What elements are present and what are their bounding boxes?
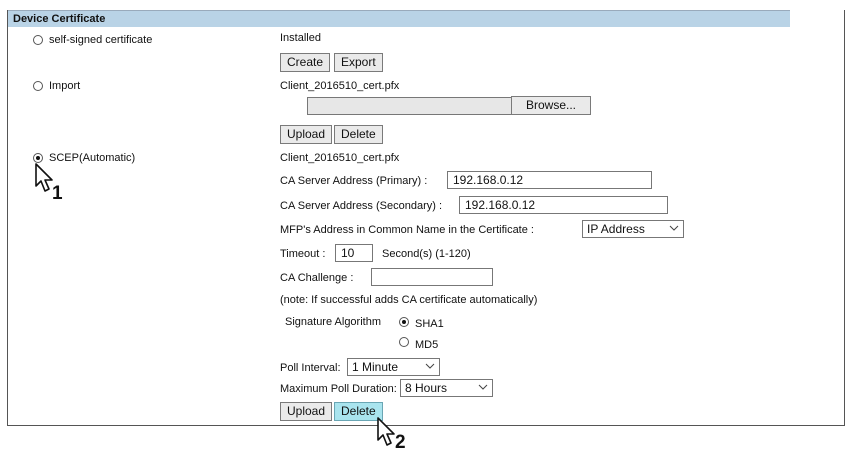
- max-poll-duration-select[interactable]: 8 Hours: [400, 379, 493, 397]
- mfp-address-value: IP Address: [587, 222, 645, 236]
- chevron-down-icon: [425, 363, 435, 369]
- section-header: Device Certificate: [8, 10, 790, 27]
- install-status: Installed: [280, 32, 321, 44]
- signature-algorithm-label: Signature Algorithm: [285, 316, 381, 328]
- note-text: (note: If successful adds CA certificate…: [280, 294, 538, 306]
- import-delete-button[interactable]: Delete: [334, 125, 383, 144]
- poll-interval-value: 1 Minute: [352, 360, 399, 374]
- ca-primary-input[interactable]: 192.168.0.12: [447, 171, 652, 189]
- scep-filename: Client_2016510_cert.pfx: [280, 152, 400, 164]
- import-filename: Client_2016510_cert.pfx: [280, 80, 400, 92]
- ca-primary-label: CA Server Address (Primary) :: [280, 175, 428, 187]
- mouse-pointer-icon: [35, 163, 53, 192]
- sha1-radio[interactable]: [399, 317, 409, 327]
- ca-secondary-input[interactable]: 192.168.0.12: [459, 196, 668, 214]
- callout-step-1: 1: [52, 183, 63, 204]
- mfp-address-label: MFP's Address in Common Name in the Cert…: [280, 224, 534, 236]
- self-signed-label: self-signed certificate: [49, 34, 153, 46]
- import-file-path-field[interactable]: [307, 97, 512, 115]
- import-radio[interactable]: [33, 81, 43, 91]
- section-title: Device Certificate: [13, 13, 106, 25]
- create-button[interactable]: Create: [280, 53, 331, 72]
- md5-label: MD5: [415, 339, 439, 351]
- import-upload-button[interactable]: Upload: [280, 125, 333, 144]
- scep-upload-button[interactable]: Upload: [280, 402, 333, 421]
- max-poll-duration-label: Maximum Poll Duration:: [280, 383, 397, 395]
- chevron-down-icon: [669, 225, 679, 231]
- chevron-down-icon: [478, 384, 488, 390]
- import-label: Import: [49, 80, 81, 92]
- browse-button[interactable]: Browse...: [511, 96, 591, 115]
- export-button[interactable]: Export: [334, 53, 383, 72]
- md5-radio[interactable]: [399, 337, 409, 347]
- timeout-label: Timeout :: [280, 248, 326, 260]
- callout-step-2: 2: [395, 432, 406, 453]
- max-poll-duration-value: 8 Hours: [405, 381, 448, 395]
- mouse-pointer-icon: [377, 417, 395, 446]
- poll-interval-select[interactable]: 1 Minute: [347, 358, 440, 376]
- poll-interval-label: Poll Interval:: [280, 362, 341, 374]
- mfp-address-select[interactable]: IP Address: [582, 220, 684, 238]
- timeout-unit: Second(s) (1-120): [382, 248, 471, 260]
- ca-challenge-label: CA Challenge :: [280, 272, 354, 284]
- device-certificate-panel: Device Certificate self-signed certifica…: [7, 10, 845, 426]
- timeout-input[interactable]: 10: [335, 244, 373, 262]
- ca-challenge-input[interactable]: [371, 268, 493, 286]
- sha1-label: SHA1: [415, 318, 444, 330]
- ca-secondary-label: CA Server Address (Secondary) :: [280, 200, 443, 212]
- scep-label: SCEP(Automatic): [49, 152, 136, 164]
- self-signed-radio[interactable]: [33, 35, 43, 45]
